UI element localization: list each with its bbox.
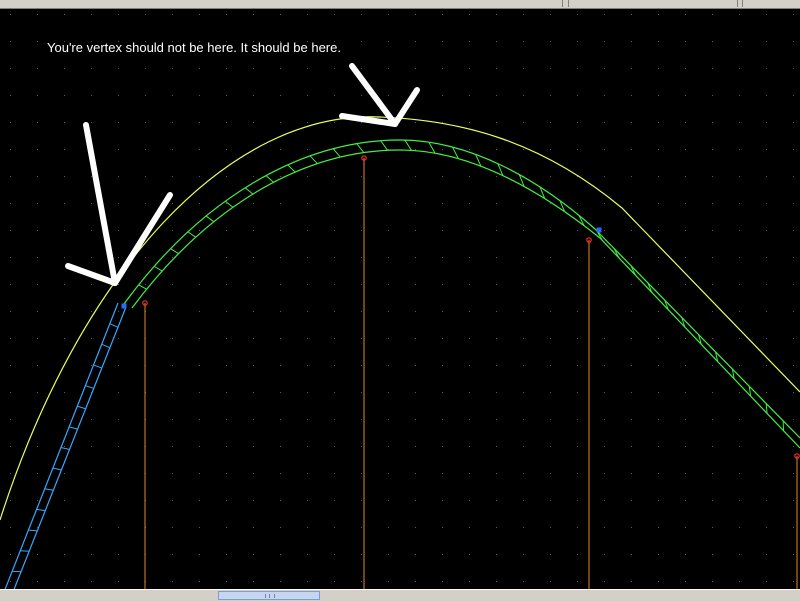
pointer-arrow-icon [342,66,417,124]
dot-grid [10,14,794,582]
outer-curve[interactable] [0,117,800,520]
toolbar-separator [737,0,738,7]
scrollbar-thumb[interactable] [218,591,320,600]
vertex-handle-icon[interactable] [122,304,127,309]
scrollbar-grip-icon [265,594,275,598]
annotation-arrows [68,66,417,283]
toolbar-strip [0,0,800,9]
toolbar-separator [562,0,563,7]
guide-marker-icon [587,238,591,589]
annotation-text: You're vertex should not be here. It sho… [47,40,341,55]
guide-marker-icon [362,156,366,589]
drawing-canvas[interactable] [0,9,800,589]
toolbar-separator [568,0,569,7]
drawing-viewport[interactable] [0,9,800,589]
guide-marker-icon [795,454,799,589]
guide-lines [143,156,799,589]
guide-marker-icon [143,301,147,589]
horizontal-scrollbar[interactable] [0,589,800,601]
toolbar-separator [742,0,743,7]
vertex-handle-icon[interactable] [597,228,602,233]
track-segment[interactable] [124,140,800,448]
